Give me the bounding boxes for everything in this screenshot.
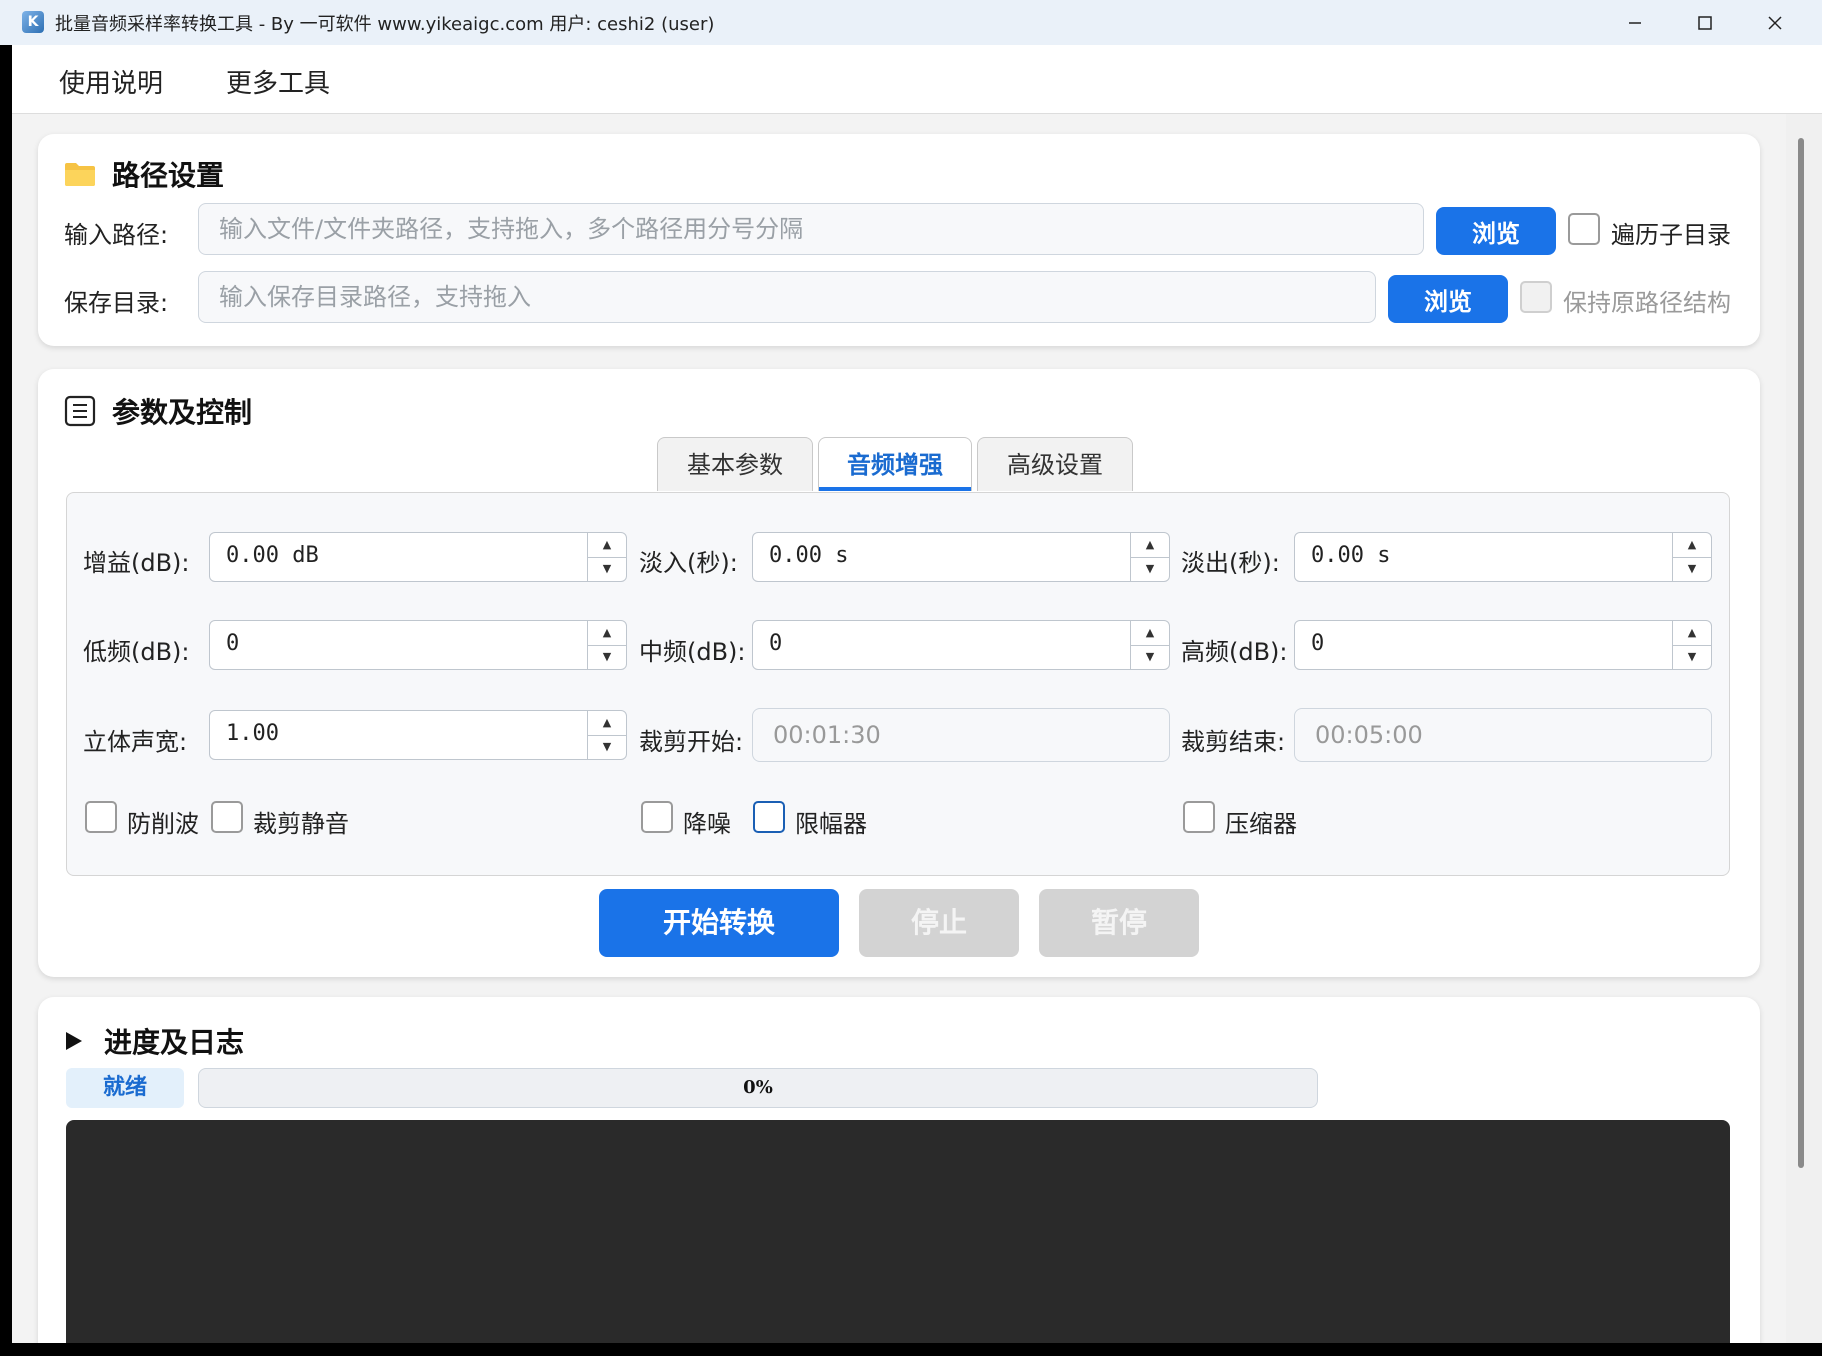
- mid-freq-value: 0: [769, 631, 783, 656]
- document-list-icon: [64, 395, 96, 427]
- input-path-label: 输入路径:: [64, 221, 169, 249]
- fade-in-label: 淡入(秒):: [639, 549, 738, 577]
- anticlip-checkbox[interactable]: [85, 801, 117, 833]
- fade-out-value: 0.00 s: [1311, 543, 1391, 568]
- app-logo-icon: K: [22, 11, 44, 33]
- menu-item-help[interactable]: 使用说明: [59, 63, 163, 100]
- trim-start-field[interactable]: 00:01:30: [752, 708, 1170, 762]
- status-badge: 就绪: [66, 1068, 184, 1108]
- keep-structure-label: 保持原路径结构: [1563, 289, 1731, 317]
- gain-value: 0.00 dB: [226, 543, 319, 568]
- params-title: 参数及控制: [112, 396, 253, 429]
- save-dir-label: 保存目录:: [64, 289, 169, 317]
- fade-out-spinbox[interactable]: 0.00 s ▲ ▼: [1294, 532, 1712, 582]
- low-freq-decrement-button[interactable]: ▼: [588, 645, 626, 669]
- input-path-field[interactable]: [198, 203, 1424, 255]
- title-bar: K 批量音频采样率转换工具 - By 一可软件 www.yikeaigc.com…: [0, 0, 1822, 45]
- fade-in-spinbox[interactable]: 0.00 s ▲ ▼: [752, 532, 1170, 582]
- progress-header[interactable]: 进度及日志: [64, 1021, 244, 1061]
- fade-out-label: 淡出(秒):: [1181, 549, 1280, 577]
- progress-text: 0%: [743, 1077, 773, 1098]
- scrollbar-thumb[interactable]: [1798, 138, 1804, 1168]
- menu-bar: 使用说明 更多工具: [12, 45, 1822, 114]
- window-title: 批量音频采样率转换工具 - By 一可软件 www.yikeaigc.com 用…: [55, 14, 715, 35]
- close-icon: [1768, 15, 1782, 30]
- minimize-icon: [1629, 21, 1641, 24]
- gain-increment-button[interactable]: ▲: [588, 533, 626, 558]
- limiter-checkbox[interactable]: [753, 801, 785, 833]
- stereo-width-value: 1.00: [226, 721, 279, 746]
- stereo-width-label: 立体声宽:: [83, 728, 188, 756]
- low-freq-increment-button[interactable]: ▲: [588, 621, 626, 646]
- close-button[interactable]: [1740, 0, 1810, 45]
- save-dir-field[interactable]: [198, 271, 1376, 323]
- tab-advanced-settings[interactable]: 高级设置: [977, 437, 1133, 491]
- log-output[interactable]: [66, 1120, 1730, 1343]
- params-header: 参数及控制: [64, 391, 252, 431]
- fade-in-value: 0.00 s: [769, 543, 849, 568]
- window-border: [0, 45, 12, 1343]
- trim-start-label: 裁剪开始:: [639, 728, 744, 756]
- keep-structure-checkbox[interactable]: [1520, 281, 1552, 313]
- stop-button[interactable]: 停止: [859, 889, 1019, 957]
- recurse-subdirs-checkbox[interactable]: [1568, 213, 1600, 245]
- path-settings-header: 路径设置: [64, 154, 224, 194]
- fade-out-decrement-button[interactable]: ▼: [1673, 557, 1711, 581]
- vertical-scrollbar[interactable]: [1786, 114, 1822, 1343]
- denoise-checkbox[interactable]: [641, 801, 673, 833]
- high-freq-label: 高频(dB):: [1181, 638, 1288, 666]
- low-freq-value: 0: [226, 631, 240, 656]
- fade-in-increment-button[interactable]: ▲: [1131, 533, 1169, 558]
- compressor-label: 压缩器: [1225, 810, 1297, 838]
- progress-title: 进度及日志: [104, 1026, 245, 1059]
- mid-freq-spinbox[interactable]: 0 ▲ ▼: [752, 620, 1170, 670]
- minimize-button[interactable]: [1600, 0, 1670, 45]
- mid-freq-increment-button[interactable]: ▲: [1131, 621, 1169, 646]
- high-freq-spinbox[interactable]: 0 ▲ ▼: [1294, 620, 1712, 670]
- progress-bar: 0%: [198, 1068, 1318, 1108]
- path-settings-card: 路径设置 输入路径: 浏览 遍历子目录 保存目录: 浏览 保持原路径结构: [38, 134, 1760, 346]
- high-freq-increment-button[interactable]: ▲: [1673, 621, 1711, 646]
- fade-out-increment-button[interactable]: ▲: [1673, 533, 1711, 558]
- tab-basic-params[interactable]: 基本参数: [657, 437, 813, 491]
- menu-item-more-tools[interactable]: 更多工具: [226, 63, 330, 100]
- folder-icon: [65, 163, 95, 186]
- trim-silence-label: 裁剪静音: [253, 810, 349, 838]
- path-settings-title: 路径设置: [112, 159, 225, 192]
- browse-input-button[interactable]: 浏览: [1436, 207, 1556, 255]
- tab-audio-enhance[interactable]: 音频增强: [818, 437, 972, 491]
- gain-label: 增益(dB):: [83, 549, 190, 577]
- stereo-width-decrement-button[interactable]: ▼: [588, 735, 626, 759]
- maximize-icon: [1698, 15, 1712, 30]
- recurse-subdirs-label: 遍历子目录: [1611, 221, 1731, 249]
- compressor-checkbox[interactable]: [1183, 801, 1215, 833]
- denoise-label: 降噪: [683, 810, 731, 838]
- gain-decrement-button[interactable]: ▼: [588, 557, 626, 581]
- trim-end-field[interactable]: 00:05:00: [1294, 708, 1712, 762]
- app-window: K 批量音频采样率转换工具 - By 一可软件 www.yikeaigc.com…: [0, 0, 1822, 1343]
- start-convert-button[interactable]: 开始转换: [599, 889, 839, 957]
- stereo-width-increment-button[interactable]: ▲: [588, 711, 626, 736]
- expand-triangle-icon: [66, 1032, 82, 1050]
- anticlip-label: 防削波: [127, 810, 199, 838]
- mid-freq-decrement-button[interactable]: ▼: [1131, 645, 1169, 669]
- mid-freq-label: 中频(dB):: [639, 638, 746, 666]
- browse-save-button[interactable]: 浏览: [1388, 275, 1508, 323]
- trim-end-label: 裁剪结束:: [1181, 728, 1286, 756]
- high-freq-decrement-button[interactable]: ▼: [1673, 645, 1711, 669]
- low-freq-spinbox[interactable]: 0 ▲ ▼: [209, 620, 627, 670]
- fade-in-decrement-button[interactable]: ▼: [1131, 557, 1169, 581]
- maximize-button[interactable]: [1670, 0, 1740, 45]
- gain-spinbox[interactable]: 0.00 dB ▲ ▼: [209, 532, 627, 582]
- high-freq-value: 0: [1311, 631, 1325, 656]
- stereo-width-spinbox[interactable]: 1.00 ▲ ▼: [209, 710, 627, 760]
- limiter-label: 限幅器: [795, 810, 867, 838]
- trim-silence-checkbox[interactable]: [211, 801, 243, 833]
- low-freq-label: 低频(dB):: [83, 638, 190, 666]
- pause-button[interactable]: 暂停: [1039, 889, 1199, 957]
